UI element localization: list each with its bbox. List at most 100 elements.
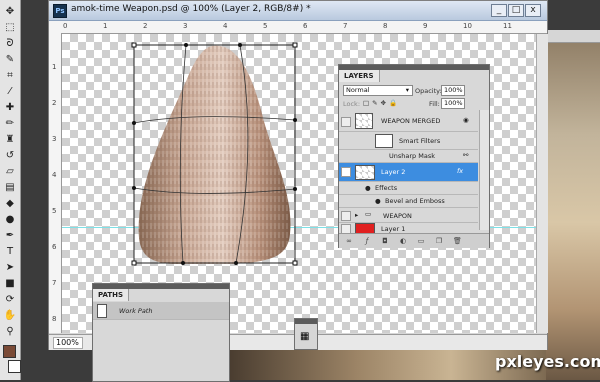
panel-header-strip[interactable]: [295, 319, 317, 324]
eye-icon[interactable]: [341, 167, 351, 177]
trash-icon[interactable]: 🗑: [453, 237, 462, 245]
ruler-horizontal[interactable]: 0 1 2 3 4 5 6 7 8 9 10 11: [49, 21, 547, 34]
ruler-tick: 8: [383, 22, 388, 30]
effect-eye-icon[interactable]: ●: [375, 197, 381, 205]
histogram-icon[interactable]: ▦: [300, 331, 309, 342]
background-color-swatch[interactable]: [8, 360, 21, 373]
clone-stamp-icon[interactable]: ♜: [3, 134, 17, 146]
layer-row-weapon-group[interactable]: ▸ ▭ WEAPON: [339, 208, 478, 223]
ruler-tick: 7: [52, 279, 57, 287]
opacity-label: Opacity:: [415, 87, 442, 95]
hand-icon[interactable]: ✋: [3, 310, 17, 322]
lasso-icon[interactable]: ᘐ: [3, 38, 17, 50]
opacity-field[interactable]: 100%: [441, 85, 465, 96]
new-group-icon[interactable]: ▭: [417, 237, 425, 245]
ruler-tick: 8: [52, 315, 57, 323]
adjustment-icon[interactable]: ◐: [399, 237, 407, 245]
layer-name: WEAPON MERGED: [381, 117, 441, 125]
ruler-tick: 1: [103, 22, 108, 30]
filter-mask-thumbnail: [375, 134, 393, 148]
layer-name: Effects: [375, 184, 398, 192]
effects-eye-icon[interactable]: ●: [365, 184, 371, 192]
eraser-icon[interactable]: ▱: [3, 166, 17, 178]
mask-icon[interactable]: ◘: [381, 237, 389, 245]
collapsed-panel[interactable]: ▦: [294, 318, 318, 350]
path-row-work-path[interactable]: Work Path: [93, 302, 229, 320]
eyedropper-icon[interactable]: ⁄: [3, 86, 17, 98]
layer-name: Unsharp Mask: [389, 152, 435, 160]
lock-icons[interactable]: □✎✥🔒: [363, 99, 400, 107]
background-window-titlebar: [546, 30, 600, 43]
path-thumbnail: [97, 304, 107, 318]
ruler-tick: 10: [463, 22, 472, 30]
document-titlebar[interactable]: Ps amok-time Weapon.psd @ 100% (Layer 2,…: [49, 1, 547, 21]
path-name: Work Path: [119, 307, 153, 315]
foreground-color-swatch[interactable]: [3, 345, 16, 358]
layer-row-bevel-emboss[interactable]: ● Bevel and Emboss: [339, 195, 478, 208]
document-title: amok-time Weapon.psd @ 100% (Layer 2, RG…: [71, 4, 311, 14]
link-icon[interactable]: ∞: [345, 237, 353, 245]
fill-label: Fill:: [429, 100, 440, 108]
layer-name: Layer 1: [381, 225, 406, 233]
move-icon[interactable]: ✥: [3, 6, 17, 18]
fx-icon[interactable]: fx: [457, 167, 463, 175]
layer-name: Layer 2: [381, 168, 406, 176]
ruler-tick: 7: [343, 22, 348, 30]
add-style-icon[interactable]: ƒ: [363, 237, 371, 245]
crop-icon[interactable]: ⌗: [3, 70, 17, 82]
layer-row-weapon-merged[interactable]: WEAPON MERGED ◉: [339, 111, 478, 132]
paths-panel: PATHS Work Path: [92, 283, 230, 382]
layers-scrollbar[interactable]: [479, 110, 489, 230]
ruler-tick: 3: [183, 22, 188, 30]
dodge-icon[interactable]: ●: [3, 214, 17, 226]
minimize-button[interactable]: _: [491, 4, 507, 17]
zoom-icon[interactable]: ⚲: [3, 326, 17, 338]
quick-select-icon[interactable]: ✎: [3, 54, 17, 66]
visibility-toggle[interactable]: [341, 211, 351, 221]
new-layer-icon[interactable]: ❐: [435, 237, 443, 245]
chevron-down-icon: ▾: [405, 86, 409, 94]
close-button[interactable]: x: [525, 4, 541, 17]
ruler-tick: 6: [303, 22, 308, 30]
visibility-toggle[interactable]: [341, 117, 351, 127]
layer-row-smart-filters[interactable]: Smart Filters: [339, 132, 478, 150]
type-icon[interactable]: T: [3, 246, 17, 258]
layer-name: Smart Filters: [399, 137, 441, 145]
path-select-icon[interactable]: ➤: [3, 262, 17, 274]
ruler-tick: 11: [503, 22, 512, 30]
layer-row-layer-1[interactable]: Layer 1: [339, 223, 478, 234]
history-brush-icon[interactable]: ↺: [3, 150, 17, 162]
lock-label: Lock:: [343, 100, 361, 108]
pen-icon[interactable]: ✒: [3, 230, 17, 242]
ruler-vertical[interactable]: 1 2 3 4 5 6 7 8: [49, 33, 62, 333]
marquee-icon[interactable]: ⬚: [3, 22, 17, 34]
layer-name: Bevel and Emboss: [385, 197, 445, 205]
layer-row-effects[interactable]: ● Effects: [339, 182, 478, 195]
ruler-tick: 1: [52, 63, 57, 71]
tab-paths[interactable]: PATHS: [93, 289, 130, 301]
fill-field[interactable]: 100%: [441, 98, 465, 109]
background-photo-right: [546, 30, 600, 380]
ruler-tick: 2: [52, 99, 57, 107]
expand-triangle-icon[interactable]: ▸: [355, 211, 358, 219]
layer-row-layer-2[interactable]: Layer 2 fx: [339, 163, 478, 182]
3d-rotate-icon[interactable]: ⟳: [3, 294, 17, 306]
ruler-tick: 2: [143, 22, 148, 30]
brush-icon[interactable]: ✏: [3, 118, 17, 130]
blend-mode-select[interactable]: Normal ▾: [343, 85, 413, 96]
ruler-tick: 0: [63, 22, 68, 30]
watermark: pxleyes.com: [495, 352, 600, 371]
layer-name: WEAPON: [383, 212, 412, 220]
healing-icon[interactable]: ✚: [3, 102, 17, 114]
shape-icon[interactable]: ■: [3, 278, 17, 290]
tab-layers[interactable]: LAYERS: [339, 70, 380, 82]
filter-options-icon[interactable]: ⚯: [463, 151, 468, 159]
vertical-scrollbar[interactable]: [536, 34, 548, 333]
blur-icon[interactable]: ◆: [3, 198, 17, 210]
gradient-icon[interactable]: ▤: [3, 182, 17, 194]
photoshop-icon: Ps: [53, 4, 67, 18]
maximize-button[interactable]: □: [508, 4, 524, 17]
ruler-tick: 4: [223, 22, 228, 30]
layer-row-unsharp-mask[interactable]: Unsharp Mask ⚯: [339, 150, 478, 163]
zoom-level-field[interactable]: 100%: [53, 337, 83, 349]
